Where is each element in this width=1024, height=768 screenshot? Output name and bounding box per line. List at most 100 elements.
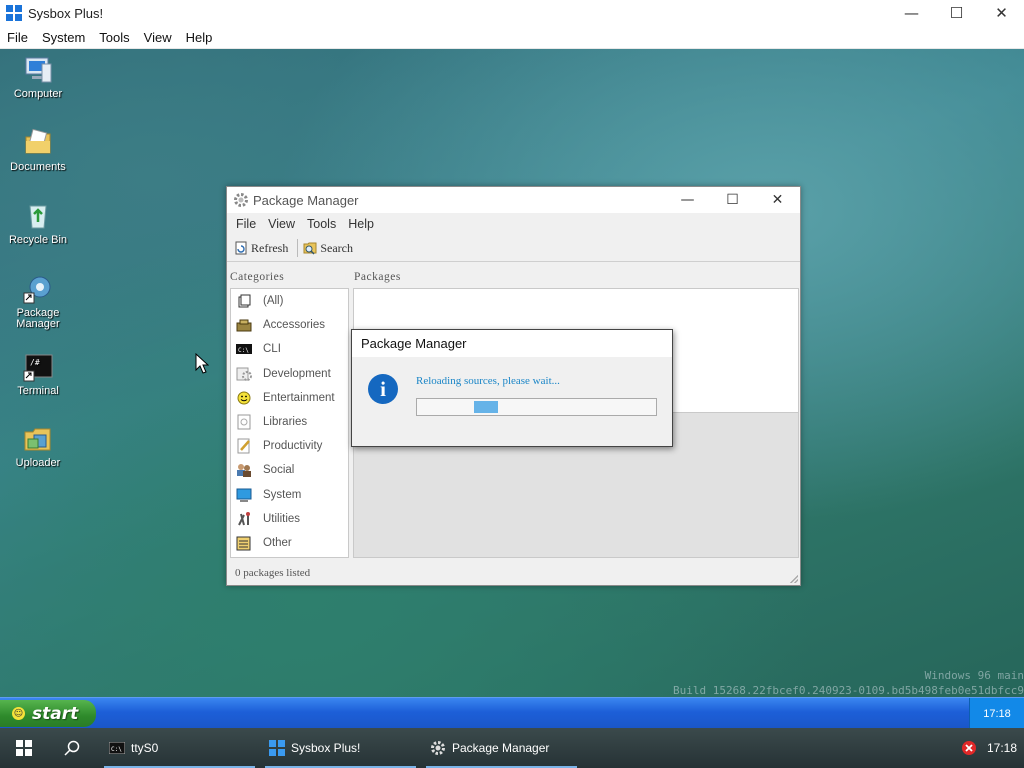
- category-label: Other: [263, 536, 292, 549]
- desktop-icon-label: Recycle Bin: [8, 234, 68, 246]
- start-label: start: [32, 703, 79, 724]
- documents-icon: [22, 127, 54, 159]
- taskbar-item-label: ttyS0: [131, 741, 159, 755]
- desktop-icon-uploader[interactable]: Uploader: [0, 423, 76, 469]
- categories-heading: Categories: [230, 271, 285, 283]
- windows-icon: [269, 740, 285, 756]
- category-label: Social: [263, 464, 295, 477]
- category-item-utilities[interactable]: Utilities: [231, 507, 348, 531]
- category-label: Entertainment: [263, 391, 335, 404]
- uploader-icon: [22, 423, 54, 455]
- search-icon: [303, 242, 317, 255]
- accessories-icon: [235, 317, 253, 333]
- host-menu-view[interactable]: View: [137, 30, 179, 45]
- search-button[interactable]: Search: [301, 237, 359, 259]
- taskbar-item-label: Package Manager: [452, 741, 550, 755]
- host-menu-file[interactable]: File: [0, 30, 35, 45]
- package-manager-icon: [22, 273, 54, 305]
- category-label: Productivity: [263, 440, 323, 453]
- category-item-libraries[interactable]: Libraries: [231, 410, 348, 434]
- refresh-label: Refresh: [251, 240, 289, 255]
- search-label: Search: [320, 240, 353, 255]
- pm-minimize-button[interactable]: —: [665, 187, 710, 213]
- guest-taskbar: ☺ start 17:18: [0, 697, 1024, 729]
- all-icon: [235, 293, 253, 309]
- resize-grip[interactable]: [790, 575, 798, 583]
- pm-menu-view[interactable]: View: [262, 217, 301, 231]
- refresh-button[interactable]: Refresh: [232, 237, 294, 259]
- development-icon: [235, 366, 253, 382]
- desktop-icon-computer[interactable]: Computer: [0, 54, 76, 100]
- desktop-icon-label: Computer: [13, 88, 63, 100]
- progress-fill: [474, 401, 498, 413]
- cli-icon: C:\: [235, 341, 253, 357]
- pm-menu-file[interactable]: File: [230, 217, 262, 231]
- desktop-icon-documents[interactable]: Documents: [0, 127, 76, 173]
- refresh-icon: [235, 241, 247, 255]
- pm-menu-help[interactable]: Help: [342, 217, 380, 231]
- social-icon: [235, 462, 253, 478]
- dialog-message: Reloading sources, please wait...: [416, 375, 560, 387]
- pm-menu-tools[interactable]: Tools: [301, 217, 342, 231]
- desktop-icon-label: Package Manager: [16, 307, 60, 330]
- other-icon: [235, 535, 253, 551]
- host-menu-tools[interactable]: Tools: [92, 30, 136, 45]
- category-list: (All) Accessories C:\ CLI Development Ent…: [230, 288, 349, 558]
- category-item-system[interactable]: System: [231, 483, 348, 507]
- category-label: CLI: [263, 343, 281, 356]
- category-item-all[interactable]: (All): [231, 289, 348, 313]
- category-label: Development: [263, 367, 331, 380]
- category-item-social[interactable]: Social: [231, 458, 348, 482]
- host-minimize-button[interactable]: —: [889, 0, 934, 26]
- tray-error-icon[interactable]: [961, 728, 977, 768]
- package-manager-toolbar: Refresh Search: [227, 235, 800, 262]
- libraries-icon: [235, 414, 253, 430]
- category-item-development[interactable]: Development: [231, 362, 348, 386]
- desktop-icon-package-manager[interactable]: Package Manager: [0, 273, 76, 330]
- utilities-icon: [235, 511, 253, 527]
- svg-text:/#: /#: [30, 358, 40, 367]
- package-manager-menubar: File View Tools Help: [227, 213, 800, 235]
- host-clock[interactable]: 17:18: [987, 728, 1017, 768]
- host-close-button[interactable]: ✕: [979, 0, 1024, 26]
- svg-text:C:\: C:\: [238, 347, 249, 354]
- pm-maximize-button[interactable]: ☐: [710, 187, 755, 213]
- host-menu-help[interactable]: Help: [179, 30, 220, 45]
- category-label: Utilities: [263, 512, 301, 525]
- taskbar-item-package-manager[interactable]: Package Manager: [426, 728, 577, 768]
- category-item-other[interactable]: Other: [231, 531, 348, 555]
- category-item-cli[interactable]: C:\ CLI: [231, 337, 348, 361]
- mouse-cursor-icon: [195, 353, 209, 374]
- start-button[interactable]: ☺ start: [0, 700, 96, 727]
- gear-icon: [431, 741, 445, 755]
- entertainment-icon: [235, 390, 253, 406]
- pm-close-button[interactable]: ✕: [755, 187, 800, 213]
- taskbar-item-ttys0[interactable]: C:\ ttyS0: [104, 728, 255, 768]
- category-item-entertainment[interactable]: Entertainment: [231, 386, 348, 410]
- build-watermark-line1: Windows 96 main: [924, 669, 1024, 682]
- dialog-title[interactable]: Package Manager: [352, 330, 672, 357]
- taskbar-item-label: Sysbox Plus!: [291, 741, 361, 755]
- category-item-productivity[interactable]: Productivity: [231, 434, 348, 458]
- desktop-icon-recycle-bin[interactable]: Recycle Bin: [0, 200, 76, 246]
- host-menu-system[interactable]: System: [35, 30, 92, 45]
- guest-clock[interactable]: 17:18: [969, 698, 1024, 729]
- host-taskbar: C:\ ttyS0 Sysbox Plus! Package Manager 1…: [0, 728, 1024, 768]
- host-maximize-button[interactable]: ☐: [934, 0, 979, 26]
- host-start-button[interactable]: [14, 728, 34, 768]
- progress-bar: [416, 398, 657, 416]
- desktop-icon-label: Uploader: [15, 457, 61, 469]
- computer-icon: [22, 54, 54, 86]
- terminal-icon: /#: [22, 351, 54, 383]
- info-icon: i: [368, 374, 398, 404]
- smiley-icon: ☺: [12, 707, 25, 720]
- gear-icon: [234, 193, 248, 207]
- category-item-accessories[interactable]: Accessories: [231, 313, 348, 337]
- host-search-button[interactable]: [62, 728, 82, 768]
- package-manager-titlebar[interactable]: Package Manager — ☐ ✕: [227, 187, 800, 213]
- status-bar-text: 0 packages listed: [235, 567, 311, 579]
- taskbar-item-sysbox[interactable]: Sysbox Plus!: [265, 728, 416, 768]
- error-icon: [962, 741, 976, 755]
- build-watermark-line2: Build 15268.22fbcef0.240923-0109.bd5b498…: [673, 684, 1024, 697]
- desktop-icon-terminal[interactable]: /# Terminal: [0, 351, 76, 397]
